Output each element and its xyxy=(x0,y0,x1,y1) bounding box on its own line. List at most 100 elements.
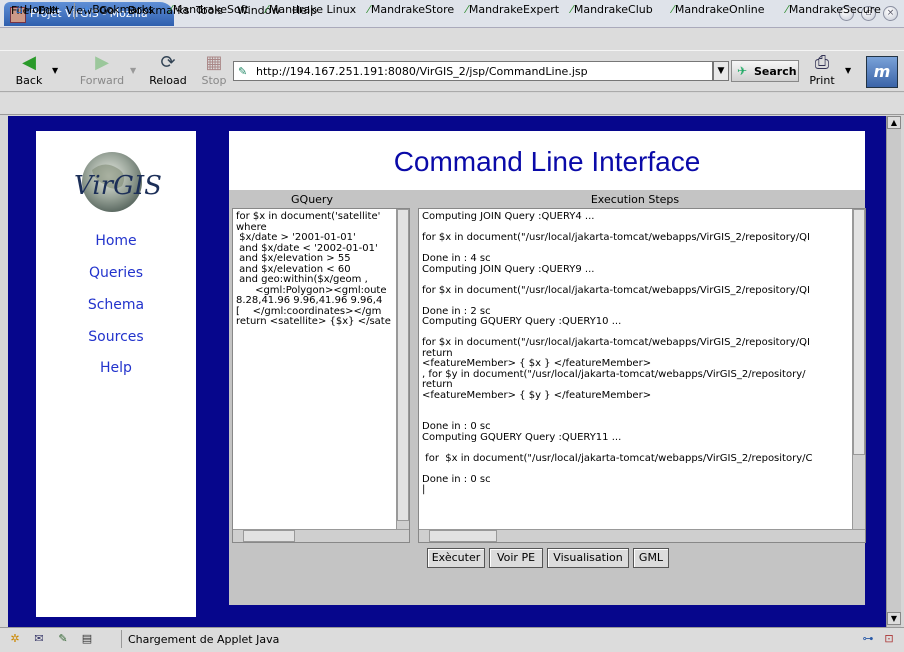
gquery-input[interactable]: for $x in document('satellite' where $x/d… xyxy=(232,208,410,543)
connection-icon: ⊶ xyxy=(862,632,874,645)
bookmark-mandrakeclub[interactable]: ⁄MandrakeClub xyxy=(571,3,653,16)
execution-steps-header: Execution Steps xyxy=(590,193,680,206)
virgis-logo: VirGIS xyxy=(74,152,162,212)
text-line: for $x in document("/usr/local/jakarta-t… xyxy=(422,452,813,464)
text-line: Computing JOIN Query :QUERY4 ... xyxy=(422,211,595,222)
composer-icon[interactable]: ✎ xyxy=(56,632,70,646)
nav-link-help[interactable]: Help xyxy=(36,360,196,376)
url-text: http://194.167.251.191:8080/VirGIS_2/jsp… xyxy=(256,65,588,78)
bookmark-label: MandrakeClub xyxy=(573,3,653,16)
print-label: Print xyxy=(809,74,835,87)
text-line: for $x in document("/usr/local/jakarta-t… xyxy=(422,284,810,296)
reload-label: Reload xyxy=(149,74,187,87)
gquery-scroll-thumb[interactable] xyxy=(397,209,409,521)
bookmark-leaf-icon: ⁄ xyxy=(170,3,172,16)
nav-link-home[interactable]: Home xyxy=(36,233,196,249)
stop-label: Stop xyxy=(201,74,227,87)
text-line: Done in : 0 sc xyxy=(422,421,491,432)
steps-vertical-scrollbar[interactable] xyxy=(852,209,865,529)
bookmark-mandrake-linux[interactable]: ⁄Mandrake Linux xyxy=(266,3,356,16)
voir-pe-button[interactable]: Voir PE xyxy=(489,548,543,568)
visualisation-button[interactable]: Visualisation xyxy=(547,548,629,568)
bookmark-bookmarks[interactable]: ✦Bookmarks xyxy=(82,3,154,16)
home-icon: ⌂ xyxy=(16,3,23,16)
status-separator xyxy=(121,630,122,648)
text-line: Computing GQUERY Query :QUERY11 ... xyxy=(422,431,622,443)
bookmark-leaf-icon: ⁄ xyxy=(466,3,468,16)
search-label: Search xyxy=(754,65,797,78)
bookmark-mandrakestore[interactable]: ⁄MandrakeStore xyxy=(368,3,454,16)
menu-bar xyxy=(0,28,904,50)
bookmark-mandrakeonline[interactable]: ⁄MandrakeOnline xyxy=(672,3,765,16)
gquery-hscroll-thumb[interactable] xyxy=(243,530,295,542)
reload-button[interactable]: ⟳ Reload xyxy=(146,52,190,90)
bookmark-leaf-icon: ⁄ xyxy=(786,3,788,16)
back-history-dropdown[interactable]: ▼ xyxy=(52,66,58,75)
bookmark-leaf-icon: ⁄ xyxy=(672,3,674,16)
security-lock-icon: ⊡ xyxy=(884,632,894,645)
page-title: Command Line Interface xyxy=(393,146,701,177)
gquery-horizontal-scrollbar[interactable] xyxy=(233,529,409,542)
bookmark-mandrakesecure[interactable]: ⁄MandrakeSecure xyxy=(786,3,881,16)
forward-button[interactable]: ▶ Forward xyxy=(78,52,126,90)
url-bar[interactable]: ✎ http://194.167.251.191:8080/VirGIS_2/j… xyxy=(233,61,713,81)
close-button[interactable]: × xyxy=(883,6,898,21)
bookmark-home[interactable]: ⌂Home xyxy=(16,3,56,16)
text-line xyxy=(422,464,865,475)
bookmarks-toolbar xyxy=(0,93,904,115)
bookmark-mandrakesoft[interactable]: ⁄MandrakeSoft xyxy=(170,3,249,16)
nav-link-queries[interactable]: Queries xyxy=(36,265,196,281)
reload-icon: ⟳ xyxy=(160,52,176,73)
nav-link-sources[interactable]: Sources xyxy=(36,329,196,345)
mozilla-throbber-icon[interactable]: m xyxy=(866,56,898,88)
steps-horizontal-scrollbar[interactable] xyxy=(419,529,865,542)
print-dropdown[interactable]: ▼ xyxy=(845,66,851,75)
mail-icon[interactable]: ✉ xyxy=(32,632,46,646)
text-line: Computing JOIN Query :QUERY9 ... xyxy=(422,263,595,275)
execute-button[interactable]: Exècuter xyxy=(427,548,485,568)
text-line: Computing GQUERY Query :QUERY10 ... xyxy=(422,316,622,327)
bookmark-label: MandrakeStore xyxy=(370,3,455,16)
search-button[interactable]: ✈ Search xyxy=(731,60,799,82)
text-line: for $x in document("/usr/local/jakarta-t… xyxy=(422,337,810,348)
address-book-icon[interactable]: ▤ xyxy=(80,632,94,646)
back-label: Back xyxy=(15,74,43,87)
bookmark-leaf-icon: ⁄ xyxy=(368,3,370,16)
printer-icon: ⎙ xyxy=(814,52,830,73)
text-line: $x/date > '2001-01-01' xyxy=(236,232,356,243)
bookmark-leaf-icon: ⁄ xyxy=(571,3,573,16)
search-icon: ✈ xyxy=(737,64,748,78)
gquery-header: GQuery xyxy=(291,193,333,206)
scroll-down-arrow-icon[interactable]: ▼ xyxy=(887,612,901,625)
stop-button[interactable]: ▦ Stop xyxy=(198,52,230,90)
text-line xyxy=(422,443,865,454)
text-line: Done in : 0 sc xyxy=(422,473,491,485)
steps-scroll-thumb[interactable] xyxy=(853,209,865,455)
bookmark-label: MandrakeSecure xyxy=(788,3,881,16)
navigator-icon[interactable]: ✲ xyxy=(8,632,22,646)
execution-steps-output[interactable]: Computing JOIN Query :QUERY4 ... for $x i… xyxy=(418,208,866,543)
back-button[interactable]: ◀ Back xyxy=(10,52,48,90)
forward-history-dropdown[interactable]: ▼ xyxy=(130,66,136,75)
text-line: and $x/elevation > 55 xyxy=(236,253,351,264)
bookmark-separator xyxy=(74,3,75,19)
back-arrow-icon: ◀ xyxy=(22,52,36,73)
text-line: | xyxy=(422,484,426,495)
gml-button[interactable]: GML xyxy=(633,548,669,568)
page-icon: ✎ xyxy=(238,65,248,78)
bookmark-label: Mandrake Linux xyxy=(268,3,357,16)
bookmark-label: MandrakeOnline xyxy=(674,3,765,16)
nav-link-schema[interactable]: Schema xyxy=(36,297,196,313)
print-button[interactable]: ⎙ Print xyxy=(806,52,838,90)
text-line xyxy=(422,401,865,412)
gquery-vertical-scrollbar[interactable] xyxy=(396,209,409,529)
page-scrollbar[interactable]: ▲ ▼ xyxy=(886,116,901,627)
steps-hscroll-thumb[interactable] xyxy=(429,530,497,542)
bookmark-label: MandrakeSoft xyxy=(172,3,249,16)
bookmark-label: Home xyxy=(23,3,57,16)
text-line: return <satellite> {$x} </sate xyxy=(236,316,391,327)
url-history-dropdown[interactable]: ▼ xyxy=(713,61,729,81)
scroll-up-arrow-icon[interactable]: ▲ xyxy=(887,116,901,129)
bookmark-mandrakeexpert[interactable]: ⁄MandrakeExpert xyxy=(466,3,559,16)
text-line xyxy=(422,275,865,286)
